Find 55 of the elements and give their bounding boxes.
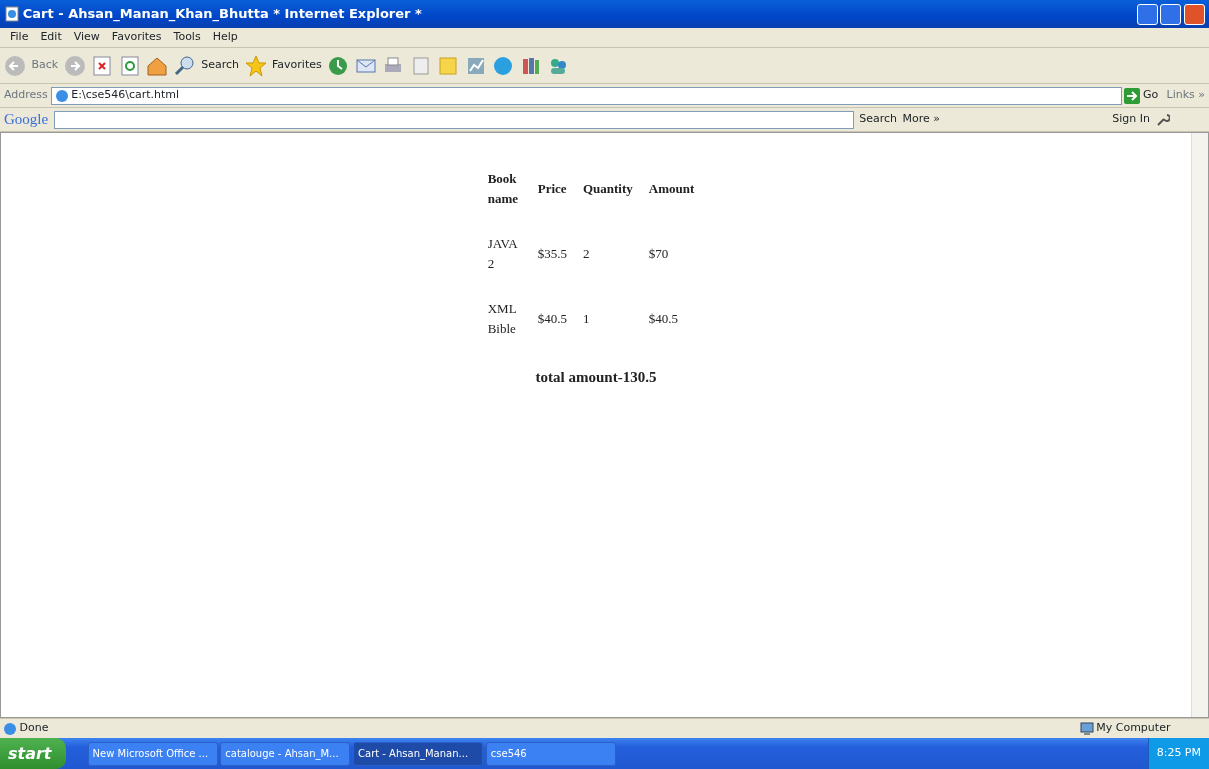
taskbar-button[interactable]: New Microsoft Office ... <box>87 741 218 766</box>
address-field[interactable]: E:\cse546\cart.html <box>50 86 1122 105</box>
more-button[interactable]: More » <box>902 111 940 128</box>
column-header: Quantity <box>581 179 634 198</box>
menu-item[interactable]: View <box>67 27 106 48</box>
search-button[interactable]: Search <box>201 57 239 74</box>
total-amount: total amount-130.5 <box>535 368 657 387</box>
star-icon[interactable] <box>244 54 267 77</box>
page-icon <box>2 721 17 736</box>
table-cell-text: JAVA 2 <box>486 235 519 273</box>
search-button[interactable]: Search <box>859 111 897 128</box>
menu-item[interactable]: Edit <box>34 27 68 48</box>
table-cell-text: $40.5 <box>647 309 680 328</box>
taskbar-button[interactable]: catalouge - Ahsan_M... <box>220 741 351 766</box>
links-button[interactable]: Links » <box>1166 87 1205 104</box>
menu-item[interactable]: File <box>4 27 35 48</box>
taskbar-button[interactable]: cse546 <box>485 741 616 766</box>
search-icon[interactable] <box>173 54 196 77</box>
page-icon <box>4 6 20 22</box>
refresh-icon[interactable] <box>118 54 141 77</box>
scrollbar[interactable] <box>1191 133 1208 717</box>
column-header: Price <box>536 179 568 198</box>
stop-icon[interactable] <box>91 54 114 77</box>
back-button[interactable]: Back <box>31 57 59 74</box>
close-button[interactable] <box>1184 3 1205 25</box>
status-text: Done <box>19 720 49 737</box>
back-icon[interactable] <box>4 54 26 77</box>
table-cell-text: 1 <box>581 309 591 328</box>
table-cell-text: XML Bible <box>486 300 518 338</box>
computer-icon <box>1079 721 1094 736</box>
table-cell-text: $35.5 <box>536 244 568 263</box>
address-label: Address <box>4 87 48 104</box>
search-field[interactable] <box>53 110 854 129</box>
window-title: Cart - Ahsan_Manan_Khan_Bhutta * Internet Explorer * <box>22 5 422 24</box>
column-header: Book name <box>486 170 520 208</box>
menu-item[interactable]: Favorites <box>105 27 168 48</box>
table-cell-text: $40.5 <box>536 309 568 328</box>
history-icon[interactable] <box>327 54 350 77</box>
favorites-button[interactable]: Favorites <box>272 57 322 74</box>
taskbar-button[interactable]: Cart - Ahsan_Manan... <box>353 741 483 766</box>
sign-in-button[interactable]: Sign In <box>1112 111 1150 128</box>
clock: 8:25 PM <box>1156 745 1201 762</box>
minimize-button[interactable] <box>1136 3 1158 25</box>
menu-item[interactable]: Help <box>206 27 244 48</box>
table-cell-text: $70 <box>647 244 670 263</box>
column-header: Amount <box>647 179 696 198</box>
maximize-button[interactable] <box>1160 3 1182 25</box>
page-icon <box>54 88 69 103</box>
google-logo: Google <box>4 110 49 130</box>
menu-item[interactable]: Tools <box>167 27 207 48</box>
forward-icon[interactable] <box>63 54 86 77</box>
zone-text: My Computer <box>1096 720 1172 737</box>
go-button[interactable]: Go <box>1143 87 1159 104</box>
table-cell-text: 2 <box>581 244 591 263</box>
go-icon[interactable] <box>1124 87 1141 104</box>
